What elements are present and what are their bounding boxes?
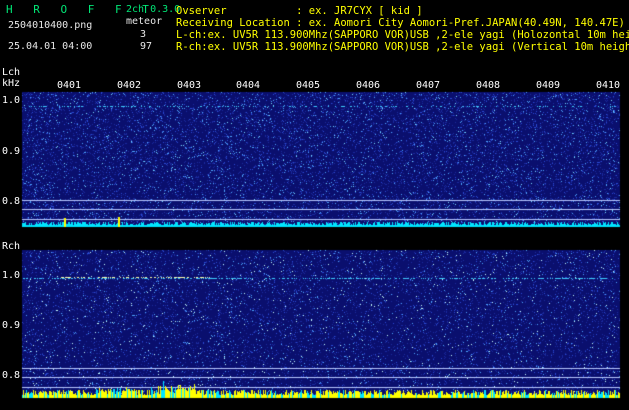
xtick-0403: 0403 — [177, 80, 202, 91]
lch-unit-label: kHz — [2, 78, 21, 89]
rch-ytick-0-9: 0.9 — [2, 320, 21, 331]
xtick-0408: 0408 — [476, 80, 501, 91]
lch-ytick-0-8: 0.8 — [2, 196, 21, 207]
xtick-0410: 0410 — [596, 80, 621, 91]
lch-channel-label: Lch — [2, 67, 21, 78]
xtick-0402: 0402 — [117, 80, 142, 91]
observer-label: Ovserver : ex. JR7CYX [ kid ] — [176, 5, 423, 17]
version-label: 2ch 0.3.0 — [126, 4, 181, 15]
xtick-0406: 0406 — [356, 80, 381, 91]
filename-label: 2504010400.png — [8, 20, 93, 31]
meteor-count-lch: 3 — [140, 29, 147, 40]
rch-info-label: R-ch:ex. UV5R 113.900Mhz(SAPPORO VOR)USB… — [176, 41, 629, 53]
meteor-label: meteor — [126, 16, 163, 27]
lch-ytick-1-0: 1.0 — [2, 95, 21, 106]
location-label: Receiving Location : ex. Aomori City Aom… — [176, 17, 625, 29]
rch-channel-label: Rch — [2, 241, 21, 252]
xtick-0405: 0405 — [296, 80, 321, 91]
xtick-0404: 0404 — [236, 80, 261, 91]
lch-info-label: L-ch:ex. UV5R 113.900Mhz(SAPPORO VOR)USB… — [176, 29, 629, 41]
rch-ytick-1-0: 1.0 — [2, 270, 21, 281]
meteor-count-rch: 97 — [140, 41, 153, 52]
xtick-0407: 0407 — [416, 80, 441, 91]
spectrogram-canvas — [0, 0, 629, 410]
xtick-0409: 0409 — [536, 80, 561, 91]
xtick-0401: 0401 — [57, 80, 82, 91]
lch-ytick-0-9: 0.9 — [2, 146, 21, 157]
rch-ytick-0-8: 0.8 — [2, 370, 21, 381]
datetime-label: 25.04.01 04:00 — [8, 41, 93, 52]
